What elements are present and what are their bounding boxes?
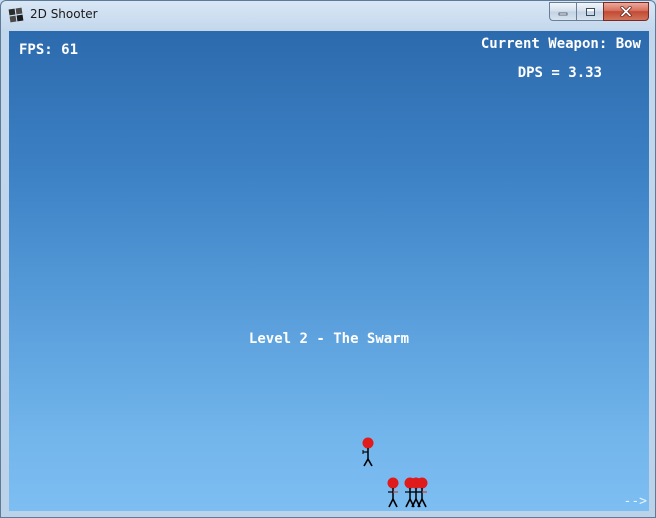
app-window: 2D Shooter FPS: 61 Current Weapon: Bow D… (0, 0, 656, 518)
enemy-stickman (416, 477, 428, 508)
enemy-stickman (387, 477, 399, 508)
fps-counter: FPS: 61 (19, 42, 79, 58)
dps-label: DPS = 3.33 (517, 65, 602, 81)
maximize-icon (585, 7, 595, 16)
minimize-icon (558, 12, 568, 15)
game-canvas[interactable]: FPS: 61 Current Weapon: Bow DPS = 3.33 L… (9, 31, 649, 511)
next-arrow-indicator[interactable]: --> (624, 494, 647, 509)
close-icon (620, 6, 632, 17)
enemy-stickman (362, 437, 374, 467)
maximize-button[interactable] (576, 2, 603, 21)
current-weapon-label: Current Weapon: Bow (480, 36, 641, 52)
close-button[interactable] (603, 2, 649, 21)
app-icon[interactable] (8, 7, 24, 23)
title-bar[interactable]: 2D Shooter (1, 1, 655, 30)
level-title: Level 2 - The Swarm (248, 331, 410, 347)
window-title: 2D Shooter (30, 7, 98, 21)
minimize-button[interactable] (549, 2, 576, 21)
caption-buttons (549, 2, 649, 21)
